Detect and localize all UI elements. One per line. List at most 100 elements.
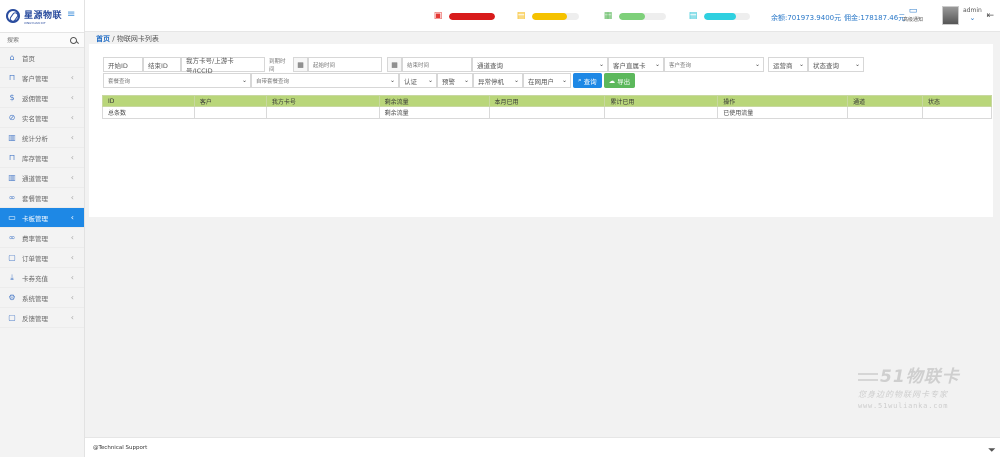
calendar-icon[interactable]: ▦ xyxy=(293,57,308,72)
chevron-left-icon: ‹ xyxy=(70,253,74,262)
card-table: ID 客户 我方卡号 剩余流量 本月已用 累计已用 操作 通道 状态 总条数 剩余流量 已使用流量 xyxy=(102,95,992,119)
warning-select[interactable]: 预警 ⌄ xyxy=(437,73,473,88)
watermark-slogan: 您身边的物联网卡专家 xyxy=(858,390,948,399)
chevron-left-icon: ‹ xyxy=(70,73,74,82)
sidebar-item-label: 套餐管理 xyxy=(22,194,48,203)
sidebar-item[interactable]: ⤓ 卡券充值 ‹ xyxy=(0,268,84,288)
chevron-left-icon: ‹ xyxy=(70,193,74,202)
balance-text[interactable]: 余额:701973.9400元 xyxy=(771,13,841,23)
sidebar-item[interactable]: $ 返佣管理 ‹ xyxy=(0,88,84,108)
chevron-left-icon: ‹ xyxy=(70,273,74,282)
chevron-left-icon: ‹ xyxy=(70,213,74,222)
certify-select[interactable]: 认证 ⌄ xyxy=(399,73,437,88)
watermark: 51物联卡 您身边的物联网卡专家 www.51wulianka.com xyxy=(858,362,960,410)
query-button[interactable]: ⌕ 查询 xyxy=(573,73,602,88)
progress-bar xyxy=(704,12,750,20)
sidebar-item-label: 返佣管理 xyxy=(22,94,48,103)
sidebar-item-label: 客户管理 xyxy=(22,74,48,83)
table-cell: 已使用流量 xyxy=(717,106,849,119)
start-time-input[interactable]: 起始时间 xyxy=(308,57,382,72)
notification-label: 高级通知 xyxy=(902,17,923,23)
channel-select[interactable]: 通道查询 ⌄ xyxy=(472,57,608,72)
sidebar-search-input[interactable] xyxy=(7,36,62,44)
link-icon: ∞ xyxy=(8,193,16,202)
watermark-url: www.51wulianka.com xyxy=(858,402,949,410)
column-header[interactable]: 我方卡号 xyxy=(265,95,380,107)
sidebar-item[interactable]: ⌂ 首页 xyxy=(0,48,84,68)
breadcrumb-home[interactable]: 首页 xyxy=(96,35,110,43)
link-icon: ∞ xyxy=(8,233,16,242)
brand-subtitle: XINGYUAN IOT xyxy=(24,20,46,25)
hamburger-icon[interactable]: ≡ xyxy=(67,10,77,20)
sidebar: 星源物联 XINGYUAN IOT ≡ ⌂ 首页 ⊓ 客户管理 ‹ $ 返佣管理 ‹ ⊘ 实名管理… xyxy=(0,0,85,457)
column-header[interactable]: 累计已用 xyxy=(604,95,719,107)
table-cell xyxy=(488,106,606,119)
column-header[interactable]: 剩余流量 xyxy=(378,95,490,107)
column-header[interactable]: 客户 xyxy=(193,95,267,107)
card-number-input[interactable]: 我方卡号/上游卡号/ICCID xyxy=(181,57,265,75)
sidebar-item[interactable]: ▥ 通道管理 ‹ xyxy=(0,168,84,188)
footer-text: @Technical Support xyxy=(93,445,148,451)
cpu-icon: ▣ xyxy=(433,11,443,21)
column-header[interactable]: 操作 xyxy=(717,95,849,107)
logout-icon[interactable]: ⇤ xyxy=(986,11,994,21)
breadcrumb-separator: / xyxy=(112,35,115,43)
sidebar-item[interactable]: ▥ 统计分析 ‹ xyxy=(0,128,84,148)
sidebar-item-label: 统计分析 xyxy=(22,134,48,143)
sidebar-item[interactable]: ∞ 费率管理 ‹ xyxy=(0,228,84,248)
column-header[interactable]: ID xyxy=(102,95,195,107)
status-select[interactable]: 状态查询 ⌄ xyxy=(808,57,864,72)
sidebar-item[interactable]: ⊓ 客户管理 ‹ xyxy=(0,68,84,88)
sidebar-item[interactable]: ⊘ 实名管理 ‹ xyxy=(0,108,84,128)
table-cell xyxy=(847,106,923,119)
sidebar-item-label: 卡券充值 xyxy=(22,274,48,283)
user-menu[interactable]: admin ⌄ xyxy=(963,7,982,22)
avatar[interactable] xyxy=(942,6,959,25)
column-header[interactable]: 本月已用 xyxy=(488,95,606,107)
sidebar-item-label: 系统管理 xyxy=(22,294,48,303)
dollar-icon: $ xyxy=(9,93,15,102)
table-cell xyxy=(922,106,992,119)
operator-select[interactable]: 运营商 ⌄ xyxy=(768,57,808,72)
topbar: ▣ ▤ ▦ ▤ 余额:701973.9400元 佣金:178187.46元 ▭ 高级通… xyxy=(85,0,1000,32)
notification-button[interactable]: ▭ 高级通知 xyxy=(901,6,925,23)
columns-icon: ▥ xyxy=(8,133,16,142)
sidebar-item-label: 费率管理 xyxy=(22,234,48,243)
chevron-down-icon: ⌄ xyxy=(969,14,976,22)
columns-icon: ▥ xyxy=(8,173,16,182)
column-header[interactable]: 状态 xyxy=(922,95,992,107)
sidebar-item-label: 首页 xyxy=(22,54,35,63)
end-time-input[interactable]: 结束时间 xyxy=(402,57,472,72)
ban-icon: ⊘ xyxy=(8,113,16,122)
commission-text[interactable]: 佣金:178187.46元 xyxy=(844,13,905,23)
start-id-input[interactable]: 开始ID xyxy=(103,57,143,72)
sidebar-search xyxy=(0,32,84,48)
chevron-left-icon: ‹ xyxy=(70,233,74,242)
table-cell: 剩余流量 xyxy=(378,106,490,119)
export-button[interactable]: ☁ 导出 xyxy=(603,73,636,88)
chevron-down-icon: ⌄ xyxy=(389,77,395,84)
chevron-down-icon: ⌄ xyxy=(754,61,760,68)
sidebar-item[interactable]: ⚙ 系统管理 ‹ xyxy=(0,288,84,308)
column-header[interactable]: 通道 xyxy=(847,95,923,107)
sidebar-item-label: 订单管理 xyxy=(22,254,48,263)
chevron-down-icon: ⌄ xyxy=(513,77,519,84)
sidebar-item[interactable]: ⊓ 库存管理 ‹ xyxy=(0,148,84,168)
customer-direct-select[interactable]: 客户直属卡 ⌄ xyxy=(608,57,664,72)
end-id-input[interactable]: 结束ID xyxy=(143,57,181,72)
sidebar-item[interactable]: ▭ 卡板管理 ‹ xyxy=(0,208,84,228)
calendar-icon[interactable]: ▦ xyxy=(387,57,402,72)
search-icon[interactable] xyxy=(70,36,77,44)
customer-select[interactable]: 客户查询 ⌄ xyxy=(664,57,764,72)
sidebar-item-label: 实名管理 xyxy=(22,114,48,123)
sidebar-item[interactable]: ▢ 订单管理 ‹ xyxy=(0,248,84,268)
sidebar-item[interactable]: ▢ 反馈管理 ‹ xyxy=(0,308,84,328)
abnormal-stop-select[interactable]: 异常停机 ⌄ xyxy=(473,73,523,88)
package-select[interactable]: 套餐查询 ⌄ xyxy=(103,73,251,88)
own-package-select[interactable]: 自带套餐查询 ⌄ xyxy=(251,73,399,88)
table-header: ID 客户 我方卡号 剩余流量 本月已用 累计已用 操作 通道 状态 xyxy=(102,95,992,107)
logo[interactable]: 星源物联 XINGYUAN IOT ≡ xyxy=(0,0,84,32)
sidebar-item[interactable]: ∞ 套餐管理 ‹ xyxy=(0,188,84,208)
chat-icon: ▭ xyxy=(908,6,918,16)
online-user-select[interactable]: 在网用户 ⌄ xyxy=(523,73,571,88)
